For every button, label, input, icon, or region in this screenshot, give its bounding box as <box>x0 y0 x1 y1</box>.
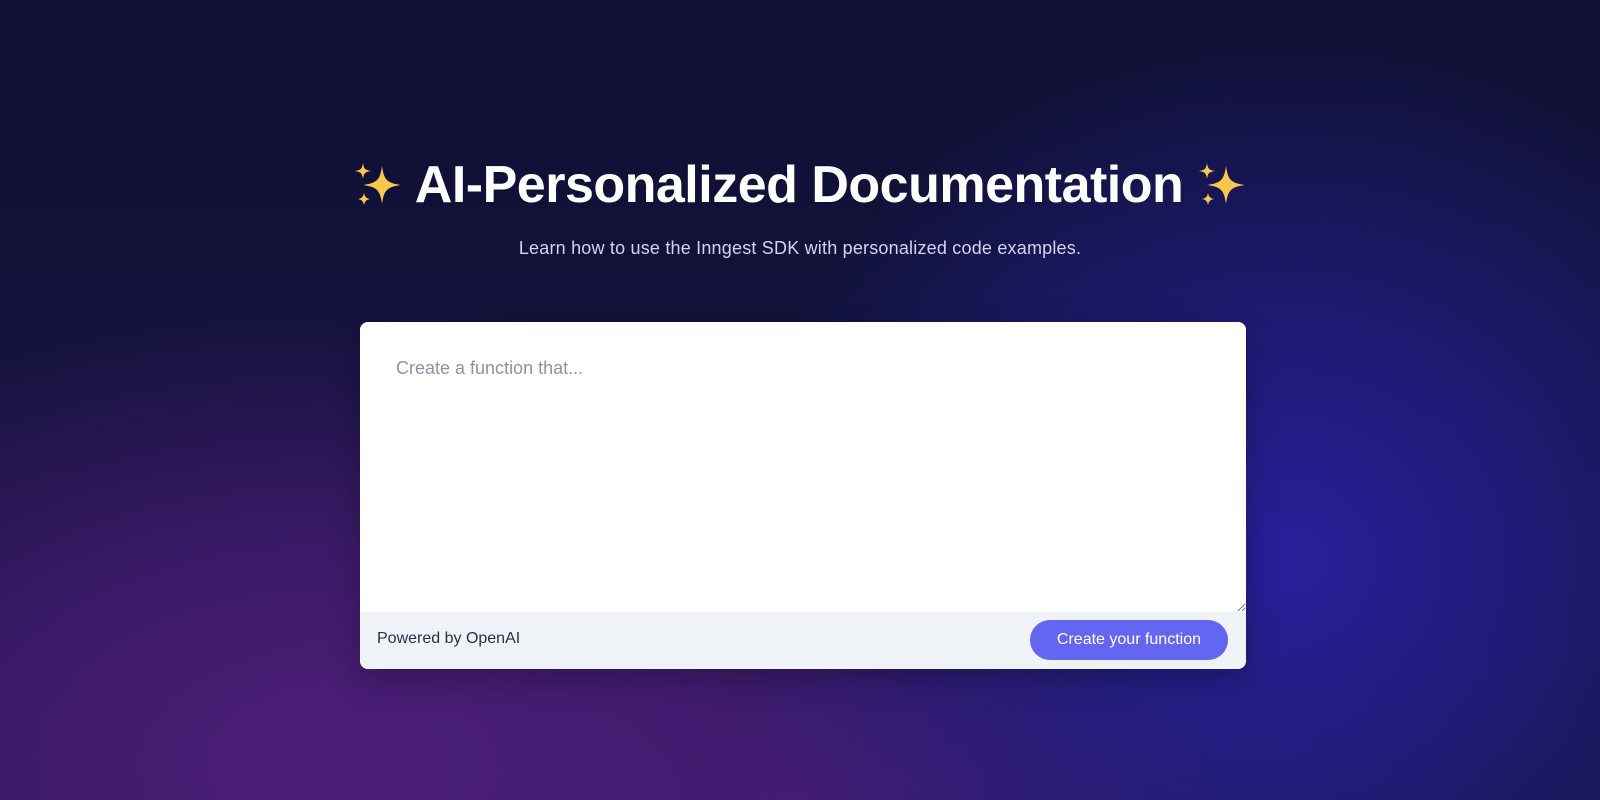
sparkles-icon <box>354 163 401 205</box>
create-function-button[interactable]: Create your function <box>1029 620 1228 660</box>
page-title: AI-Personalized Documentation <box>0 150 1600 220</box>
function-prompt-input[interactable] <box>360 322 1246 612</box>
powered-by-label: Powered by OpenAI <box>377 630 521 647</box>
sparkles-icon <box>1199 163 1246 205</box>
page-subtitle: Learn how to use the Inngest SDK with pe… <box>518 238 1082 258</box>
page-title-text: AI-Personalized Documentation <box>414 156 1184 214</box>
prompt-card-footer: Powered by OpenAI Create your function <box>360 612 1246 669</box>
prompt-card: Powered by OpenAI Create your function <box>360 322 1246 669</box>
hero: AI-Personalized Documentation Learn how … <box>0 150 1600 259</box>
